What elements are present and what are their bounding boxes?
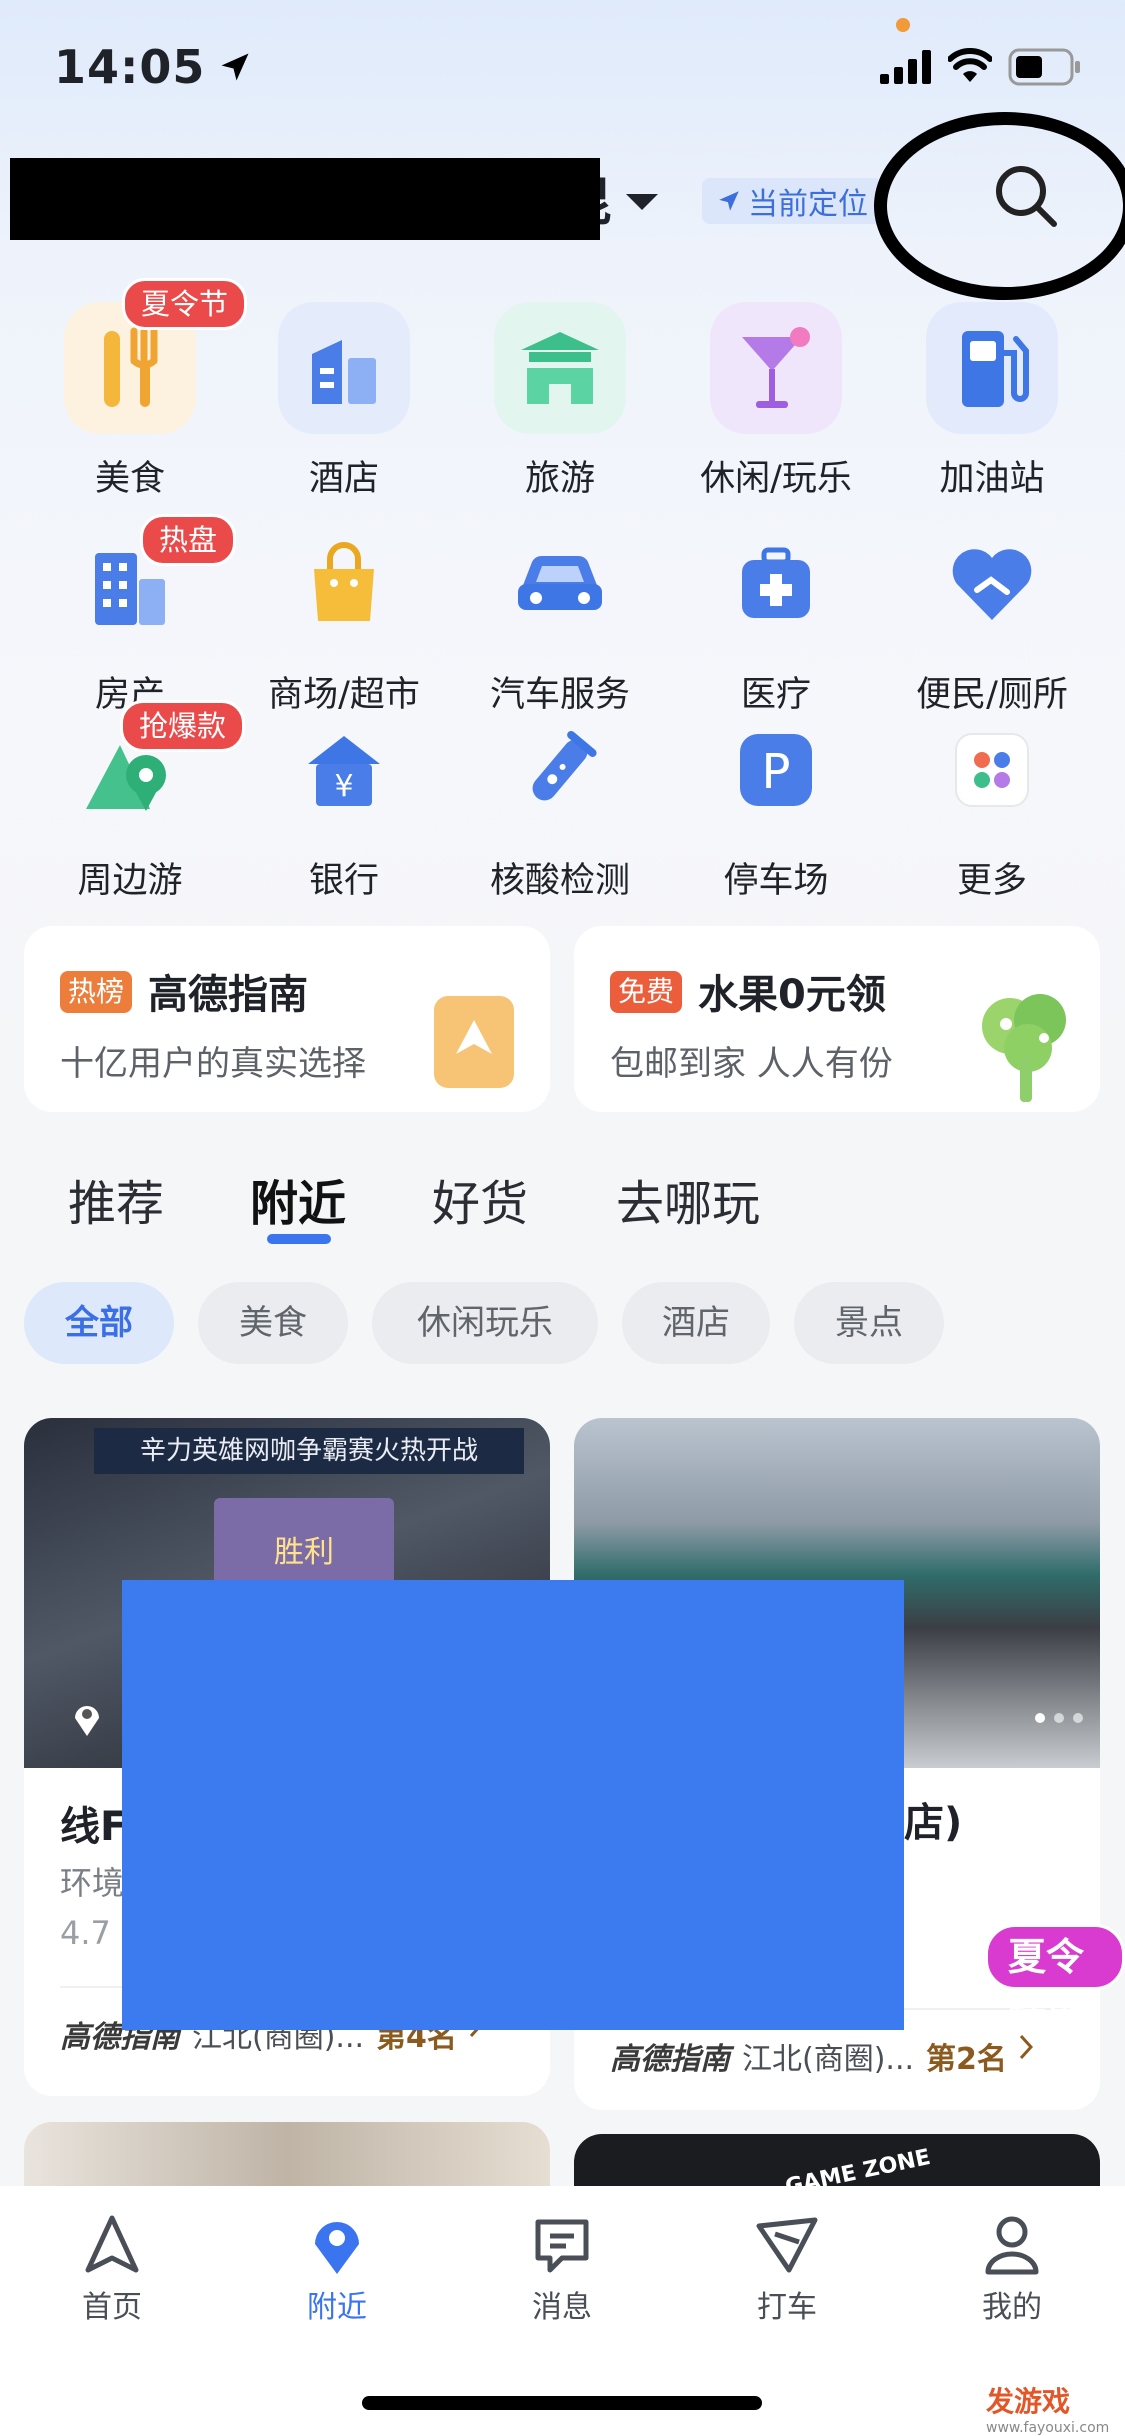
- chip-food[interactable]: 美食: [198, 1282, 348, 1364]
- redacted-block: [122, 1580, 904, 2030]
- category-medical[interactable]: 医疗: [676, 518, 876, 717]
- category-leisure[interactable]: 休闲/玩乐: [676, 302, 876, 501]
- location-arrow-icon: [221, 53, 249, 81]
- promo-subtitle: 十亿用户的真实选择: [60, 1044, 366, 1084]
- more-dots-icon: [926, 704, 1058, 836]
- watermark: 发游戏 www.fayouxi.com: [986, 2385, 1110, 2436]
- svg-text:P: P: [762, 744, 791, 800]
- guide-bookmark-icon: [434, 996, 514, 1088]
- annotation-circle: [874, 112, 1125, 300]
- nav-taxi[interactable]: 打车: [687, 2214, 887, 2326]
- nav-nearby[interactable]: 附近: [237, 2214, 437, 2326]
- battery-icon: [1008, 48, 1080, 86]
- fruit-tree-icon: [982, 994, 1066, 1102]
- signal-icon: [880, 50, 931, 84]
- gas-pump-icon: [926, 302, 1058, 434]
- category-bank[interactable]: ¥ 银行: [244, 704, 444, 903]
- nav-profile[interactable]: 我的: [912, 2214, 1112, 2326]
- tab-active-indicator: [267, 1234, 331, 1244]
- category-badge: 夏令节: [122, 278, 248, 330]
- navigation-arrow-icon: [719, 191, 739, 211]
- nav-home[interactable]: 首页: [12, 2214, 212, 2326]
- category-badge: 抢爆款: [120, 700, 246, 752]
- category-food[interactable]: 美食: [30, 302, 230, 501]
- tab-nearby[interactable]: 附近: [250, 1164, 346, 1234]
- bank-yen-icon: ¥: [278, 704, 410, 836]
- home-indicator: [362, 2396, 762, 2410]
- chip-all[interactable]: 全部: [24, 1282, 174, 1364]
- summer-deal-badge: 夏令特惠: [985, 1924, 1125, 2039]
- venue-title: 线F: [60, 1804, 128, 1850]
- rank-brand: 高德指南: [610, 2042, 730, 2077]
- medical-kit-icon: [710, 518, 842, 650]
- chevron-down-icon[interactable]: [626, 194, 658, 210]
- chip-leisure[interactable]: 休闲玩乐: [372, 1282, 598, 1364]
- category-mall[interactable]: 商场/超市: [244, 518, 444, 717]
- cocktail-icon: [710, 302, 842, 434]
- promo-subtitle: 包邮到家 人人有份: [610, 1044, 893, 1084]
- promo-card-fruit[interactable]: 免费 水果0元领 包邮到家 人人有份: [574, 926, 1100, 1112]
- promo-tag: 热榜: [60, 971, 133, 1013]
- category-travel[interactable]: 旅游: [460, 302, 660, 501]
- tab-goods[interactable]: 好货: [432, 1164, 528, 1234]
- promo-tag: 免费: [610, 971, 683, 1013]
- category-nucleic-test[interactable]: 核酸检测: [460, 704, 660, 903]
- taxi-icon: [756, 2217, 818, 2273]
- pagination-dots: [1035, 1713, 1083, 1723]
- category-convenience[interactable]: 便民/厕所: [892, 518, 1092, 717]
- svg-text:¥: ¥: [334, 769, 353, 804]
- category-more[interactable]: 更多: [892, 704, 1092, 903]
- promo-title: 高德指南: [148, 972, 308, 1018]
- tab-recommend[interactable]: 推荐: [68, 1164, 164, 1234]
- user-icon: [985, 2216, 1039, 2275]
- rank-area: 江北(商圈)...: [742, 2042, 915, 2077]
- heart-hand-icon: [926, 518, 1058, 650]
- category-car-service[interactable]: 汽车服务: [460, 518, 660, 717]
- chip-hotel[interactable]: 酒店: [622, 1282, 770, 1364]
- category-parking[interactable]: P 停车场: [676, 704, 876, 903]
- message-icon: [535, 2219, 589, 2273]
- car-icon: [494, 518, 626, 650]
- tab-where-to-go[interactable]: 去哪玩: [616, 1164, 760, 1234]
- parking-icon: P: [710, 704, 842, 836]
- promo-card-guide[interactable]: 热榜 高德指南 十亿用户的真实选择: [24, 926, 550, 1112]
- privacy-indicator: [896, 18, 910, 32]
- location-pin-icon: [75, 1706, 99, 1736]
- wifi-icon: [948, 48, 992, 82]
- current-location-button[interactable]: 当前定位: [702, 178, 882, 224]
- venue-rating: 4.7: [60, 1914, 111, 1952]
- hotel-building-icon: [278, 302, 410, 434]
- status-time: 14:05: [54, 40, 253, 94]
- promo-title: 水果0元领: [698, 972, 886, 1018]
- rank-position: 第2名: [926, 2042, 1007, 2077]
- nav-messages[interactable]: 消息: [462, 2214, 662, 2326]
- venue-title: 店): [904, 1800, 963, 1846]
- pavilion-icon: [494, 302, 626, 434]
- redacted-city-block: [10, 158, 600, 240]
- category-gas-station[interactable]: 加油站: [892, 302, 1092, 501]
- location-pin-icon: [315, 2222, 359, 2274]
- photo-banner: 辛力英雄网咖争霸赛火热开战: [94, 1428, 524, 1474]
- navigation-icon: [85, 2215, 139, 2273]
- chip-scenic[interactable]: 景点: [794, 1282, 944, 1364]
- shopping-bag-icon: [278, 518, 410, 650]
- test-tube-icon: [494, 704, 626, 836]
- category-hotel[interactable]: 酒店: [244, 302, 444, 501]
- venue-meta: 环境: [60, 1864, 125, 1902]
- category-badge: 热盘: [140, 514, 237, 566]
